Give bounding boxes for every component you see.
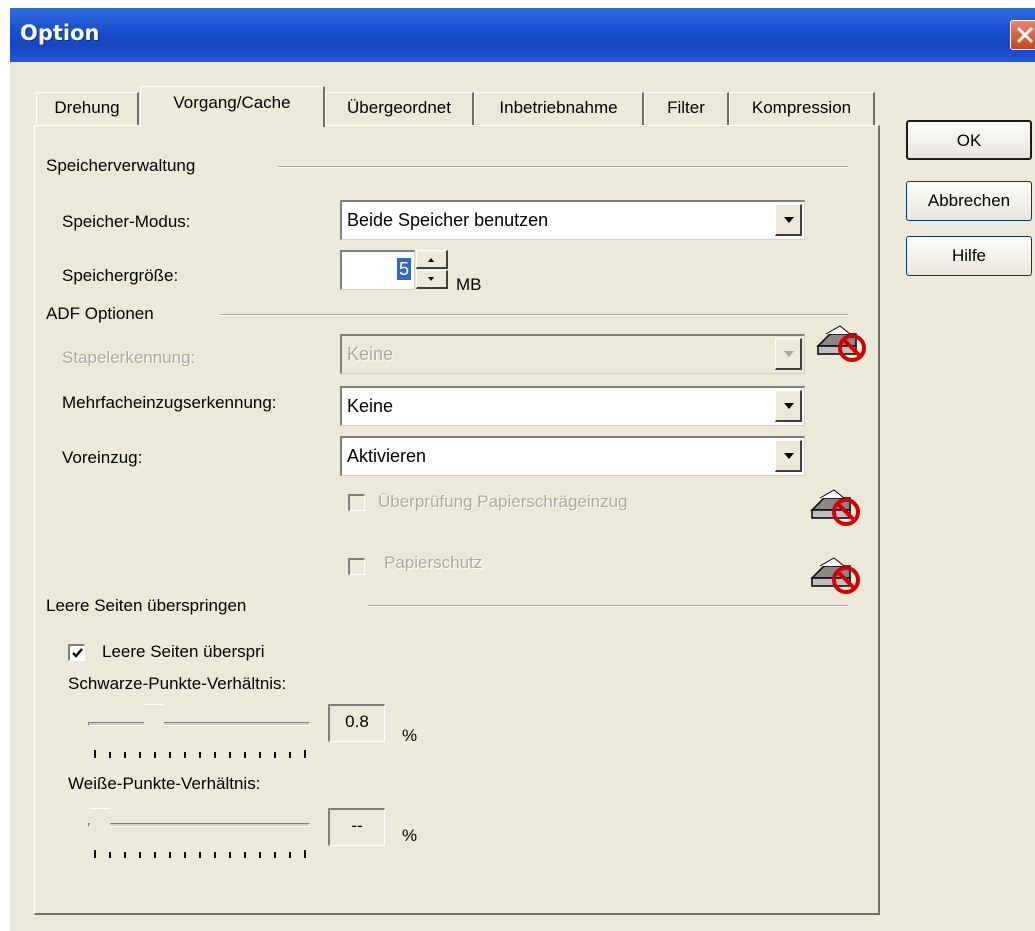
checkmark-icon (72, 648, 83, 658)
adf-section-title: ADF Optionen (46, 304, 154, 323)
scanner-unavailable-icon (810, 557, 860, 594)
paper-protection-checkbox (348, 558, 365, 575)
multifeed-value: Keine (347, 396, 394, 416)
white-ratio-track[interactable] (88, 823, 310, 827)
arrow-down-icon (428, 277, 434, 281)
help-button[interactable]: Hilfe (906, 236, 1032, 276)
tab-uebergeordnet[interactable]: Übergeordnet (325, 92, 474, 125)
memory-size-label: Speichergröße: (62, 266, 179, 285)
adf-section-divider (220, 314, 848, 316)
chevron-down-icon[interactable] (775, 440, 802, 472)
tab-vorgang-cache[interactable]: Vorgang/Cache (140, 86, 325, 127)
chevron-down-icon[interactable] (775, 390, 802, 422)
scanner-unavailable-icon (816, 325, 866, 362)
stacker-value: Keine (347, 344, 394, 364)
memory-mode-value: Beide Speicher benutzen (347, 210, 549, 230)
skip-blank-pages-label: Leere Seiten überspri (102, 642, 265, 661)
stacker-select: Keine (340, 334, 805, 374)
cancel-button[interactable]: Abbrechen (906, 181, 1032, 221)
window-title: Option (20, 21, 100, 45)
memory-size-input[interactable]: 5 (340, 250, 415, 290)
tab-inbetriebnahme[interactable]: Inbetriebnahme (474, 92, 644, 125)
white-ratio-label: Weiße-Punkte-Verhältnis: (68, 774, 261, 793)
close-button[interactable] (1010, 20, 1035, 50)
close-icon (1017, 27, 1033, 43)
title-bar[interactable]: Option (10, 8, 1035, 62)
tab-label: Filter (667, 98, 705, 117)
black-ratio-unit: % (402, 726, 418, 745)
memory-section-divider (278, 166, 848, 168)
tab-drehung[interactable]: Drehung (36, 92, 139, 125)
spin-up-button[interactable] (416, 250, 448, 269)
tab-filter[interactable]: Filter (644, 92, 729, 125)
memory-section-title: Speicherverwaltung (46, 156, 196, 175)
white-ratio-value-box: -- (328, 808, 385, 846)
skip-blank-pages-checkbox[interactable] (68, 644, 85, 661)
memory-mode-select[interactable]: Beide Speicher benutzen (340, 200, 805, 240)
tab-label: Übergeordnet (347, 98, 451, 117)
memory-size-value: 5 (396, 258, 411, 280)
prefeed-label: Voreinzug: (62, 448, 143, 467)
white-ratio-unit: % (402, 826, 418, 845)
black-ratio-value-box: 0.8 (328, 704, 385, 742)
ok-button[interactable]: OK (906, 120, 1032, 160)
tab-panel (34, 125, 880, 915)
arrow-up-icon (428, 258, 434, 262)
tab-kompression[interactable]: Kompression (729, 92, 875, 125)
prefeed-select[interactable]: Aktivieren (340, 436, 805, 476)
blank-pages-section-title: Leere Seiten überspringen (46, 596, 247, 615)
white-ratio-ticks (94, 850, 308, 858)
blank-pages-section-divider (368, 605, 848, 607)
black-ratio-label: Schwarze-Punkte-Verhältnis: (68, 674, 287, 693)
memory-mode-label: Speicher-Modus: (62, 212, 191, 231)
prefeed-value: Aktivieren (347, 446, 427, 466)
tab-label: Vorgang/Cache (173, 93, 291, 112)
skew-check-checkbox (348, 494, 365, 511)
tab-label: Drehung (54, 98, 120, 117)
memory-size-unit: MB (456, 275, 482, 294)
multifeed-label: Mehrfacheinzugserkennung: (62, 393, 277, 412)
chevron-down-icon (775, 338, 802, 370)
multifeed-select[interactable]: Keine (340, 386, 805, 426)
option-dialog: Option Drehung Vorgang/Cache Übergeordne… (10, 8, 1035, 931)
stacker-label: Stapelerkennung: (62, 348, 196, 367)
tab-label: Kompression (751, 98, 852, 117)
skew-check-label: Überprüfung Papierschrägeinzug (378, 492, 628, 511)
scanner-unavailable-icon (810, 489, 860, 526)
black-ratio-track[interactable] (88, 722, 310, 726)
black-ratio-ticks (94, 750, 308, 758)
tab-label: Inbetriebnahme (499, 98, 618, 117)
chevron-down-icon[interactable] (775, 204, 802, 236)
spin-down-button[interactable] (416, 270, 448, 289)
paper-protection-label: Papierschutz (384, 553, 483, 572)
